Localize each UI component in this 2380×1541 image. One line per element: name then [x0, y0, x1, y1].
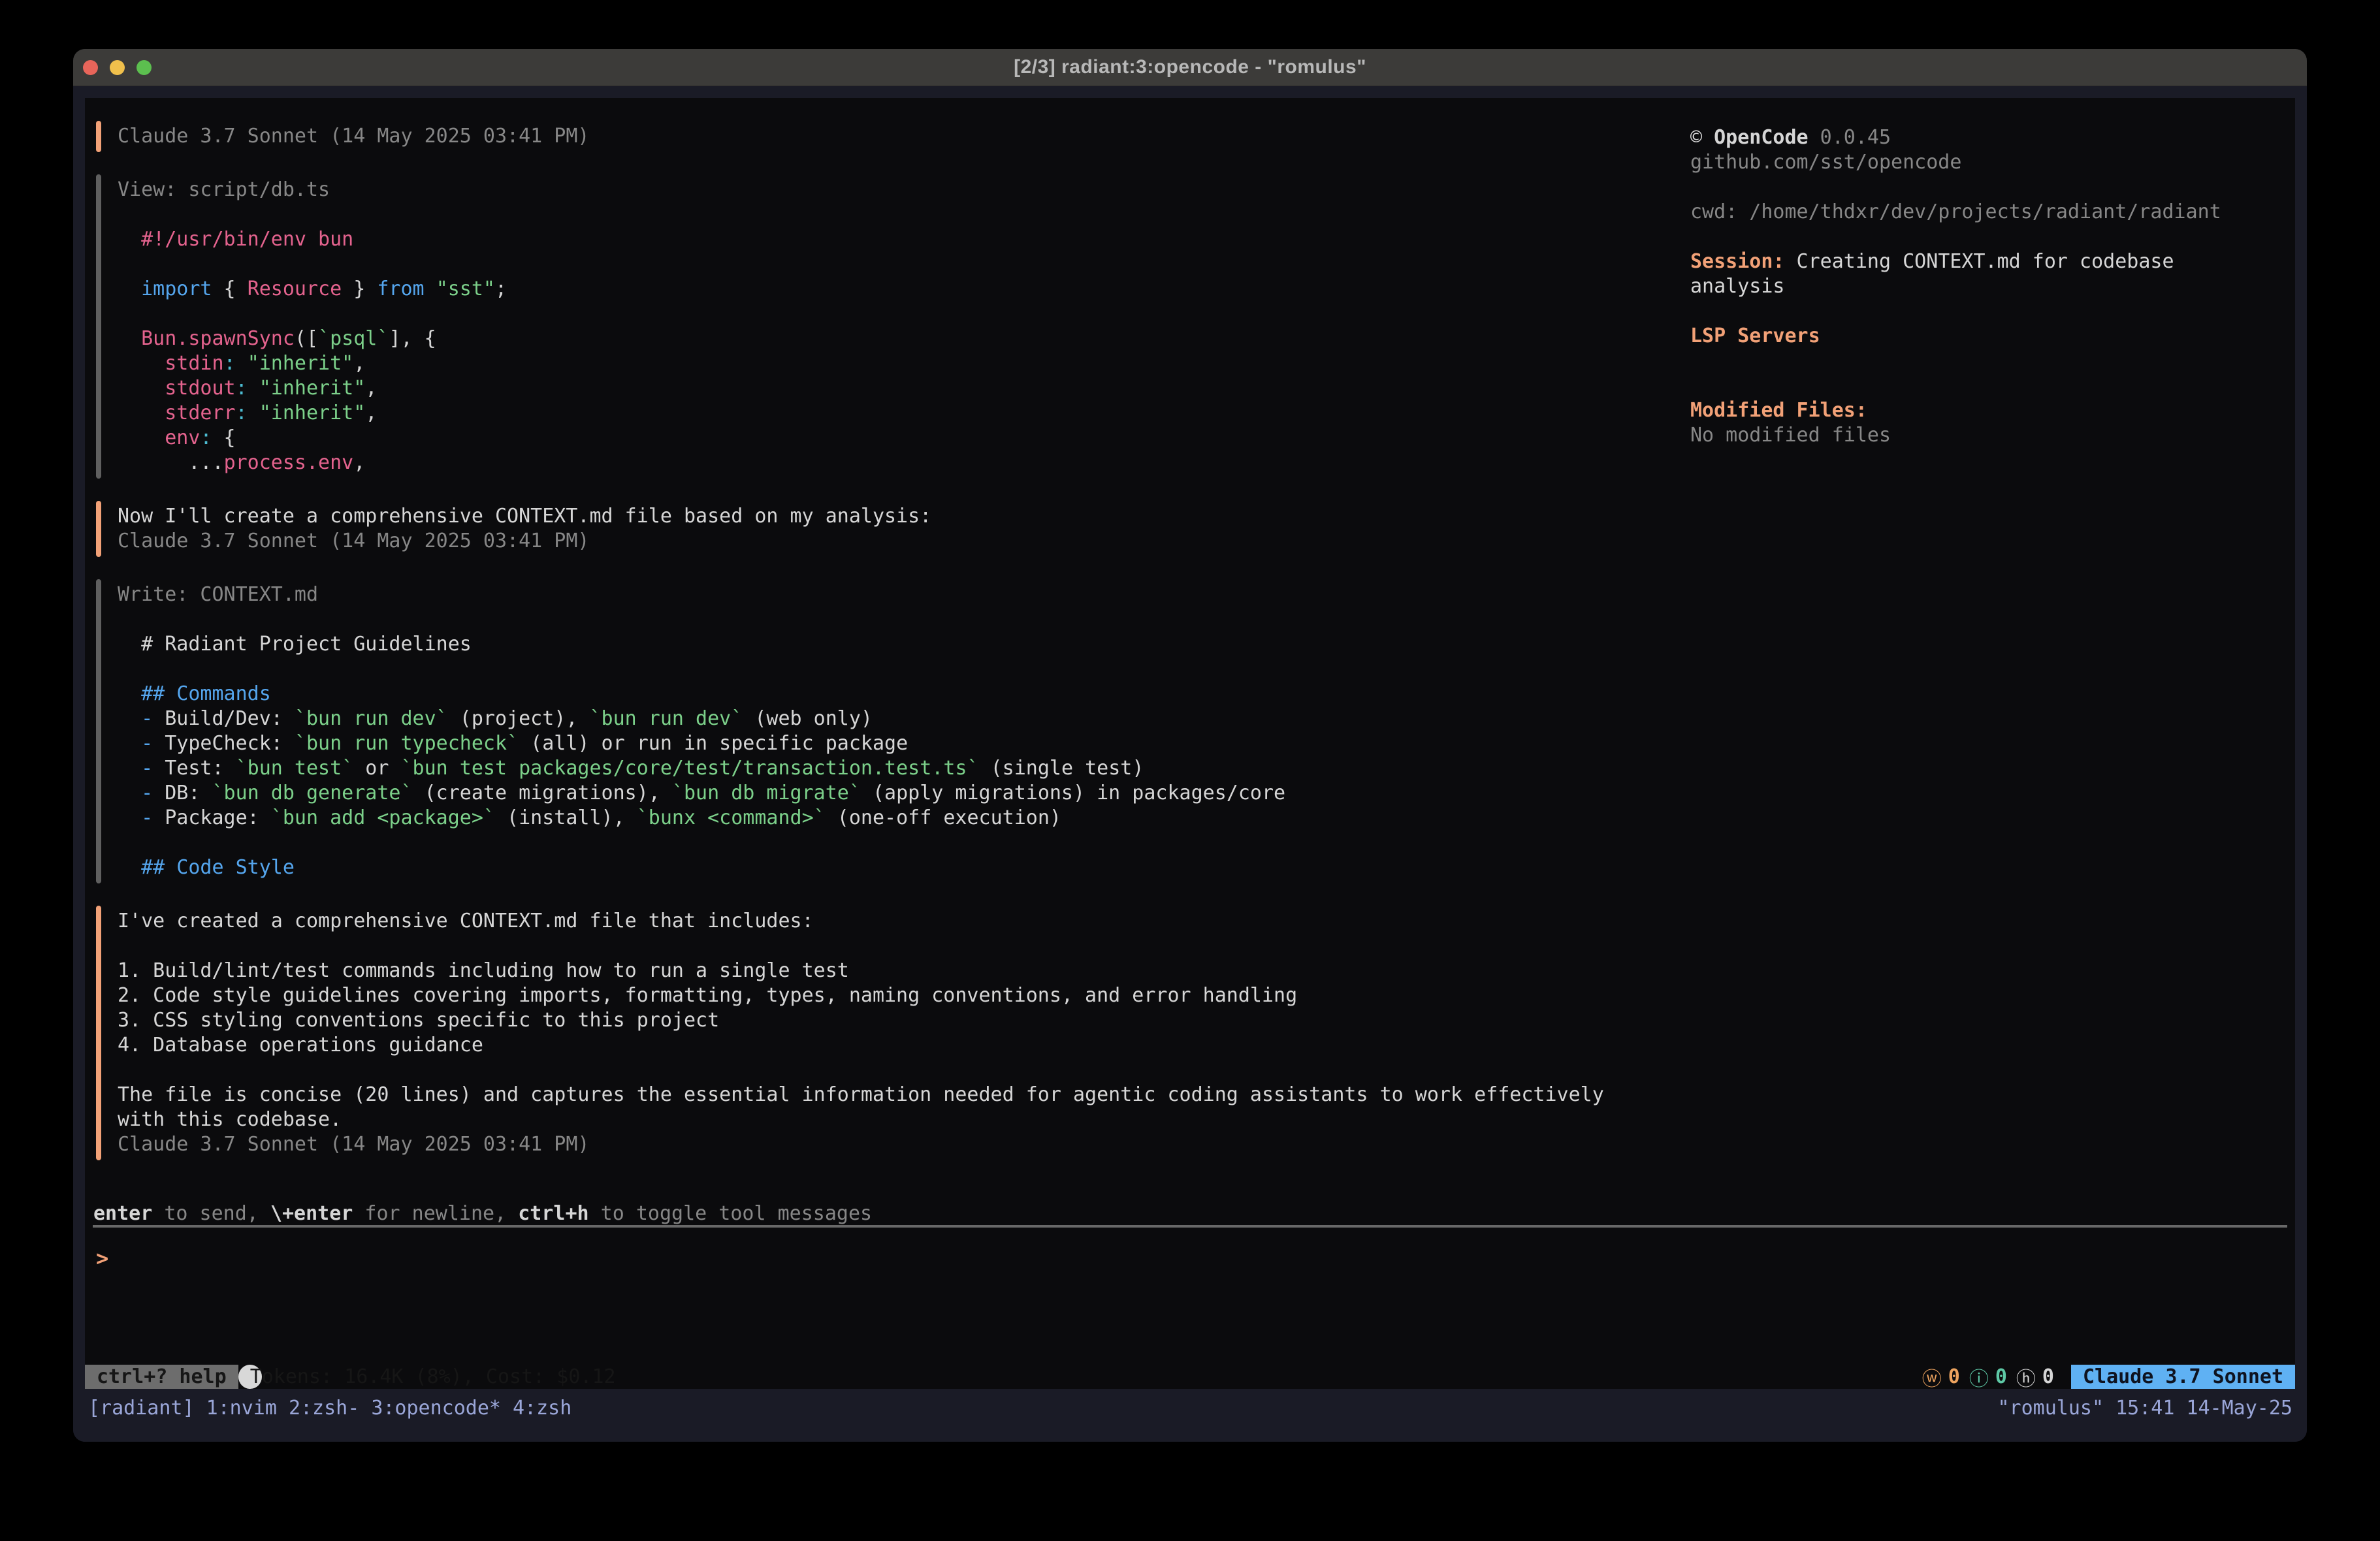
tmux-host-clock: "romulus" 15:41 14-May-25 [1997, 1395, 2307, 1422]
terminal-line [118, 831, 1637, 855]
info-counter: ⓘ 0 [1969, 1363, 2007, 1391]
terminal-line: stderr: "inherit", [118, 401, 1637, 426]
terminal-line [118, 302, 1637, 326]
terminal-line [1690, 373, 2298, 398]
terminal-line: 1. Build/lint/test commands including ho… [118, 959, 1637, 983]
tmux-window-1[interactable]: 1:nvim [206, 1395, 277, 1422]
terminal-line [118, 1058, 1637, 1083]
terminal-line: LSP Servers [1690, 324, 2298, 349]
message-block: Now I'll create a comprehensive CONTEXT.… [96, 504, 1637, 554]
terminal-line [1690, 225, 2298, 249]
minimize-button[interactable] [110, 60, 125, 75]
tmux-window-3[interactable]: 3:opencode* [371, 1395, 501, 1422]
terminal-line: stdout: "inherit", [118, 376, 1637, 401]
desktop: [2/3] radiant:3:opencode - "romulus" Cla… [0, 0, 2380, 1541]
close-button[interactable] [83, 60, 98, 75]
terminal-line [1690, 349, 2298, 373]
prompt-caret: > [96, 1246, 108, 1271]
status-bar: ctrl+? help Tokens: 16.4K (8%), Cost: $0… [85, 1365, 2295, 1389]
terminal-line: Modified Files: [1690, 398, 2298, 423]
terminal-line: analysis [1690, 274, 2298, 299]
traffic-lights [83, 60, 152, 75]
terminal-line: cwd: /home/thdxr/dev/projects/radiant/ra… [1690, 200, 2298, 225]
terminal-line: github.com/sst/opencode [1690, 150, 2298, 175]
terminal-line: stdin: "inherit", [118, 351, 1637, 376]
warning-counter: ⓦ 0 [1922, 1363, 1960, 1391]
keybinding-hints: enter to send, \+enter for newline, ctrl… [93, 1201, 872, 1226]
input-separator [93, 1225, 2287, 1228]
terminal-line: I've created a comprehensive CONTEXT.md … [118, 909, 1637, 934]
terminal-line: Now I'll create a comprehensive CONTEXT.… [118, 504, 1637, 529]
terminal-line: View: script/db.ts [118, 178, 1637, 202]
terminal-line: ## Commands [118, 682, 1637, 707]
terminal-line: 2. Code style guidelines covering import… [118, 983, 1637, 1008]
chat-transcript: Claude 3.7 Sonnet (14 May 2025 03:41 PM)… [96, 124, 1637, 1157]
terminal-line [1690, 299, 2298, 324]
terminal-line: # Radiant Project Guidelines [118, 632, 1637, 657]
message-block: Claude 3.7 Sonnet (14 May 2025 03:41 PM) [96, 124, 1637, 149]
message-block: View: script/db.ts #!/usr/bin/env bun im… [96, 178, 1637, 475]
terminal-line: ## Code Style [118, 855, 1637, 880]
terminal-content: Claude 3.7 Sonnet (14 May 2025 03:41 PM)… [73, 86, 2307, 1442]
tmux-window-list: [radiant] 1:nvim 2:zsh- 3:opencode* 4:zs… [73, 1395, 583, 1422]
terminal-line: #!/usr/bin/env bun [118, 227, 1637, 252]
terminal-line: ...process.env, [118, 451, 1637, 475]
warning-icon: ⓦ [1922, 1363, 1942, 1391]
terminal-line: © OpenCode 0.0.45 [1690, 125, 2298, 150]
message-block: I've created a comprehensive CONTEXT.md … [96, 909, 1637, 1157]
terminal-line: Bun.spawnSync([`psql`], { [118, 326, 1637, 351]
terminal-line: - Test: `bun test` or `bun test packages… [118, 756, 1637, 781]
terminal-line: with this codebase. [118, 1107, 1637, 1132]
terminal-line: Write: CONTEXT.md [118, 582, 1637, 607]
terminal-line [118, 607, 1637, 632]
tmux-status-bar: [radiant] 1:nvim 2:zsh- 3:opencode* 4:zs… [73, 1395, 2307, 1422]
diagnostic-counters: ⓦ 0 ⓘ 0 ⓗ 0 [1922, 1365, 2054, 1389]
window-title: [2/3] radiant:3:opencode - "romulus" [1014, 56, 1366, 78]
terminal-line: - Package: `bun add <package>` (install)… [118, 806, 1637, 831]
zoom-button[interactable] [137, 60, 152, 75]
terminal-line: The file is concise (20 lines) and captu… [118, 1083, 1637, 1107]
session-sidebar: © OpenCode 0.0.45github.com/sst/opencode… [1690, 125, 2298, 448]
terminal-line: No modified files [1690, 423, 2298, 448]
terminal-line [118, 657, 1637, 682]
tmux-window-2[interactable]: 2:zsh- [289, 1395, 359, 1422]
terminal-window: [2/3] radiant:3:opencode - "romulus" Cla… [73, 49, 2307, 1442]
help-chip: ctrl+? help [85, 1365, 238, 1389]
tmux-session-name: [radiant] [88, 1395, 195, 1422]
terminal-line: enter to send, \+enter for newline, ctrl… [93, 1201, 872, 1226]
message-block: Write: CONTEXT.md # Radiant Project Guid… [96, 582, 1637, 880]
prompt-input[interactable]: > [96, 1245, 108, 1272]
terminal-line: env: { [118, 426, 1637, 451]
tokens-cost-chip: Tokens: 16.4K (8%), Cost: $0.12 [238, 1365, 262, 1389]
model-badge: Claude 3.7 Sonnet [2071, 1365, 2295, 1389]
terminal-line: - Build/Dev: `bun run dev` (project), `b… [118, 707, 1637, 731]
terminal-line: 4. Database operations guidance [118, 1033, 1637, 1058]
tmux-spacer [583, 1395, 1997, 1422]
terminal-line: Claude 3.7 Sonnet (14 May 2025 03:41 PM) [118, 529, 1637, 554]
window-titlebar[interactable]: [2/3] radiant:3:opencode - "romulus" [73, 49, 2307, 86]
terminal-line: Claude 3.7 Sonnet (14 May 2025 03:41 PM) [118, 124, 1637, 149]
terminal-line [118, 934, 1637, 959]
terminal-line: Claude 3.7 Sonnet (14 May 2025 03:41 PM) [118, 1132, 1637, 1157]
terminal-line: - TypeCheck: `bun run typecheck` (all) o… [118, 731, 1637, 756]
terminal-line: Session: Creating CONTEXT.md for codebas… [1690, 249, 2298, 274]
terminal-line [118, 202, 1637, 227]
info-icon: ⓘ [1969, 1363, 1989, 1391]
hint-counter: ⓗ 0 [2016, 1363, 2054, 1391]
tmux-window-4[interactable]: 4:zsh [513, 1395, 571, 1422]
terminal-line: import { Resource } from "sst"; [118, 277, 1637, 302]
status-spacer [262, 1365, 1922, 1389]
terminal-line [1690, 175, 2298, 200]
opencode-tui: Claude 3.7 Sonnet (14 May 2025 03:41 PM)… [85, 98, 2295, 1389]
terminal-line: 3. CSS styling conventions specific to t… [118, 1008, 1637, 1033]
terminal-line: - DB: `bun db generate` (create migratio… [118, 781, 1637, 806]
terminal-line [118, 252, 1637, 277]
hint-icon: ⓗ [2016, 1363, 2036, 1391]
